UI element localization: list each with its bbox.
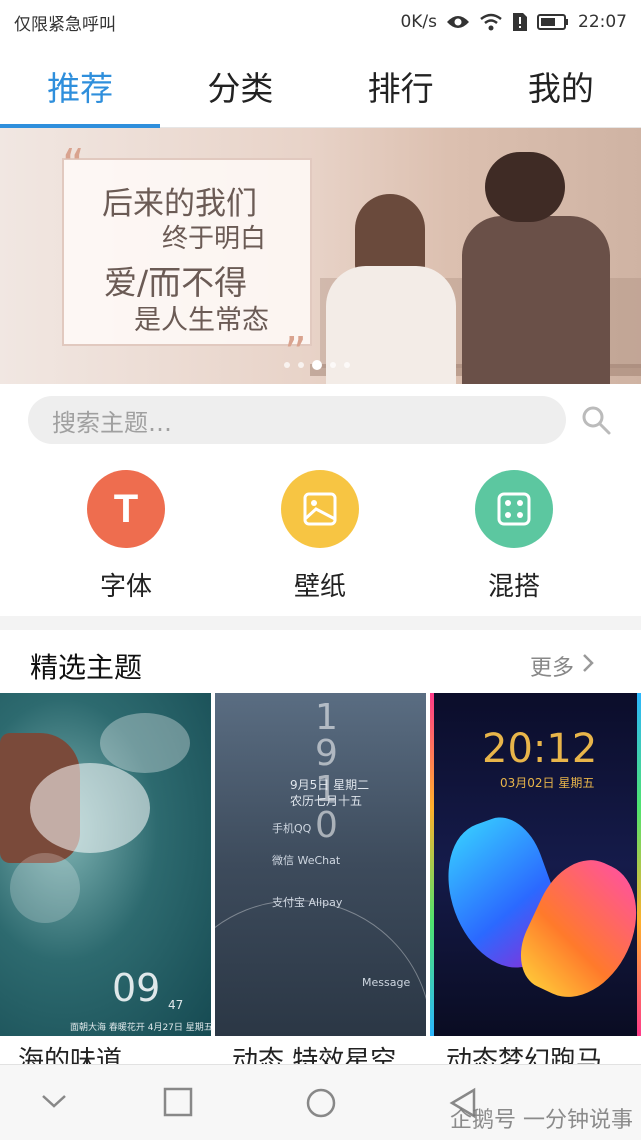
theme-sea-foam: [30, 763, 150, 853]
theme-starry-row: Message: [362, 976, 411, 989]
banner-boy-figure: [462, 216, 610, 384]
page-dot[interactable]: [284, 362, 290, 368]
theme-starry-arc: [215, 900, 426, 1036]
status-time: 22:07: [578, 12, 627, 32]
banner-line-3: 爱/而不得: [104, 263, 248, 302]
watermark-text: 企鹅号 一分钟说事: [450, 1108, 633, 1133]
dice-icon: [475, 470, 553, 548]
sim-alert-icon: [512, 12, 528, 32]
more-label: 更多: [530, 656, 575, 681]
page-dot[interactable]: [344, 362, 350, 368]
status-right: 0K/s 22:07: [400, 12, 627, 32]
top-tabs: 推荐 分类 排行 我的: [0, 44, 641, 128]
banner-girl-hair: [355, 194, 425, 274]
category-wallpaper-label: 壁纸: [293, 572, 346, 602]
image-icon: [281, 470, 359, 548]
banner-line-1: 后来的我们: [102, 186, 257, 222]
status-bar: 仅限紧急呼叫 0K/s 22:07: [0, 0, 641, 44]
theme-sea-date: 面朝大海 春暖花开 4月27日 星期五: [70, 1023, 213, 1033]
theme-sea-clock: 09: [112, 966, 161, 1010]
search-icon[interactable]: [580, 404, 612, 436]
search-input[interactable]: 搜索主题…: [28, 396, 566, 444]
theme-starry-row: 微信 WeChat: [272, 854, 341, 867]
banner-boy-hair: [485, 152, 565, 222]
theme-starry-row: 支付宝 Alipay: [272, 896, 343, 909]
theme-card-sea[interactable]: [0, 693, 211, 1036]
theme-name-fish: 动态梦幻跑马: [446, 1046, 603, 1066]
theme-sea-foam: [100, 713, 190, 773]
wifi-icon: [479, 13, 503, 31]
category-font[interactable]: T 字体: [46, 470, 206, 603]
banner-line-4: 是人生常态: [134, 305, 269, 336]
font-icon: T: [87, 470, 165, 548]
eye-icon: [446, 14, 470, 30]
page-dot-active[interactable]: [312, 360, 322, 370]
theme-starry-date: 9月5日 星期二: [290, 778, 370, 792]
category-wallpaper[interactable]: 壁纸: [240, 470, 400, 603]
category-font-label: 字体: [99, 572, 152, 602]
section-title: 精选主题: [30, 651, 143, 684]
more-button[interactable]: 更多: [530, 650, 594, 682]
tab-recommend[interactable]: 推荐: [0, 44, 160, 127]
recents-square-icon[interactable]: [163, 1087, 193, 1121]
theme-sea-foam: [10, 853, 80, 923]
home-circle-icon[interactable]: [305, 1087, 337, 1123]
battery-icon: [537, 14, 569, 30]
chevron-right-icon: [582, 653, 594, 679]
theme-name-starry: 动态 特效星空: [232, 1046, 397, 1066]
tab-ranking[interactable]: 排行: [321, 44, 481, 127]
page-dot[interactable]: [298, 362, 304, 368]
tab-mine[interactable]: 我的: [481, 44, 641, 127]
theme-name-sea: 海的味道: [18, 1046, 123, 1066]
section-divider: [0, 616, 641, 630]
theme-fish-clock: 20:12: [482, 726, 598, 772]
banner-pagination: [284, 360, 350, 370]
theme-fish-date: 03月02日 星期五: [500, 776, 595, 790]
theme-fish-glow: [637, 693, 641, 1036]
chevron-down-icon[interactable]: [40, 1091, 68, 1115]
theme-starry-lunar: 农历七月十五: [290, 794, 363, 808]
theme-starry-time: 19 10: [315, 697, 338, 846]
category-mix-label: 混搭: [487, 572, 540, 602]
network-speed: 0K/s: [400, 12, 437, 32]
theme-starry-row: 手机QQ: [272, 822, 312, 835]
theme-fish-glow: [430, 693, 434, 1036]
status-left-text: 仅限紧急呼叫: [14, 14, 116, 35]
quote-open-icon: “: [62, 140, 85, 191]
category-mix[interactable]: 混搭: [434, 470, 594, 603]
page-dot[interactable]: [330, 362, 336, 368]
banner-line-2: 终于明白: [162, 224, 267, 254]
tab-categories[interactable]: 分类: [160, 44, 320, 127]
theme-sea-seconds: 47: [168, 998, 184, 1012]
font-glyph: T: [113, 486, 139, 531]
